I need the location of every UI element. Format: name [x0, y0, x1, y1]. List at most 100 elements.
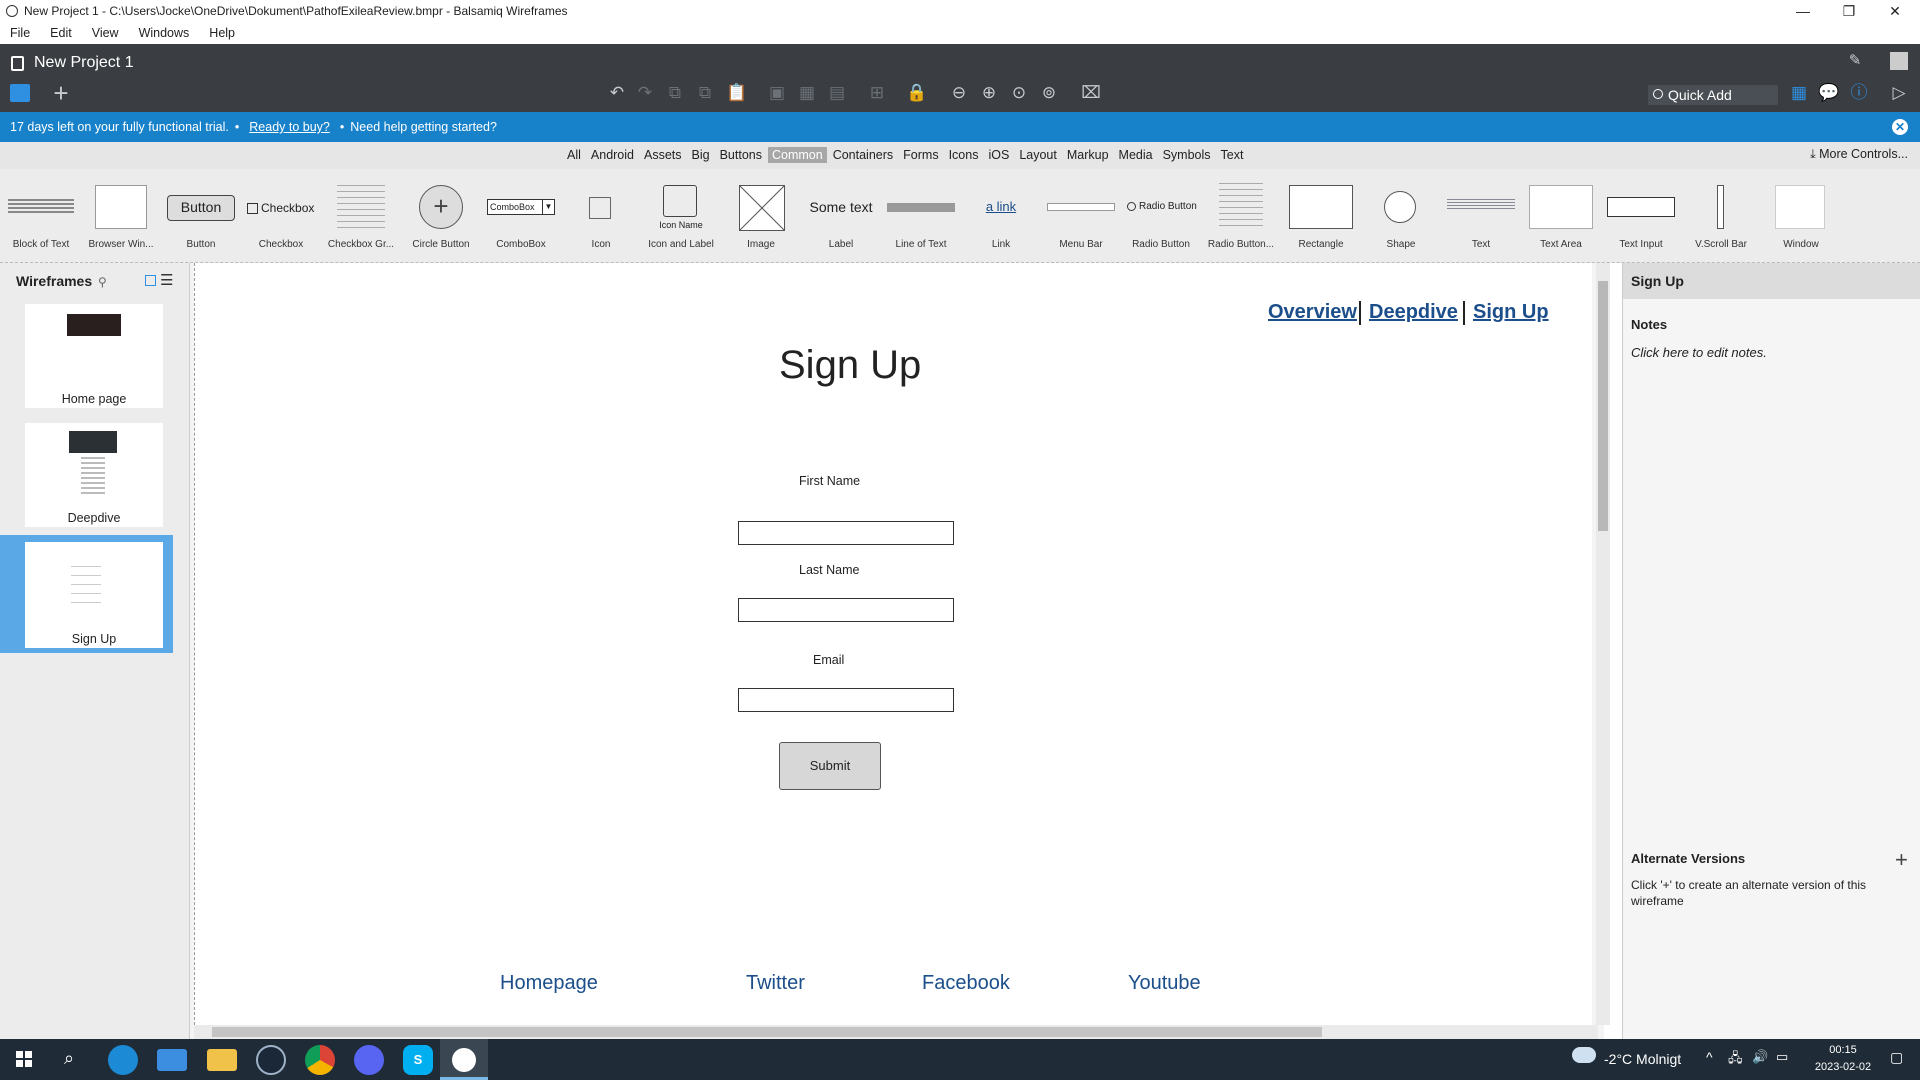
buy-link[interactable]: Ready to buy? [249, 120, 330, 134]
tab-ios[interactable]: iOS [984, 147, 1013, 163]
component-checkbox[interactable]: Checkbox Checkbox [241, 169, 321, 263]
component-text[interactable]: Text [1441, 169, 1521, 263]
edit-pencil-icon[interactable]: ✎ [1844, 50, 1866, 72]
component-browser-window[interactable]: Browser Win... [81, 169, 161, 263]
tab-containers[interactable]: Containers [829, 147, 897, 163]
nav-link-overview[interactable]: Overview [1268, 301, 1357, 324]
menu-edit[interactable]: Edit [40, 26, 82, 40]
component-radio-button-group[interactable]: Radio Button... [1201, 169, 1281, 263]
clock-date[interactable]: 2023-02-02 [1800, 1061, 1886, 1073]
ungroup-icon[interactable]: ▦ [796, 82, 818, 104]
component-window[interactable]: Window [1761, 169, 1841, 263]
first-name-input[interactable] [738, 521, 954, 545]
help-link[interactable]: Need help getting started? [350, 120, 497, 134]
wireframe-item-home-page[interactable]: Home page [25, 304, 163, 408]
discord-icon[interactable] [354, 1045, 384, 1075]
wireframe-artboard[interactable]: Overview Deepdive Sign Up Sign Up First … [194, 263, 1592, 1025]
component-circle-button[interactable]: + Circle Button [401, 169, 481, 263]
component-checkbox-group[interactable]: Checkbox Gr... [321, 169, 401, 263]
clock-time[interactable]: 00:15 [1808, 1044, 1878, 1056]
more-controls-button[interactable]: ⤓ More Controls... [1810, 147, 1908, 162]
close-window-button[interactable]: ✕ [1872, 0, 1918, 22]
restore-button[interactable]: ❐ [1826, 0, 1872, 22]
nav-link-sign-up[interactable]: Sign Up [1473, 301, 1549, 324]
comments-icon[interactable]: 💬 [1818, 82, 1840, 104]
scrollbar-thumb[interactable] [1598, 281, 1608, 531]
zoom-out-icon[interactable]: ⊖ [948, 82, 970, 104]
tab-symbols[interactable]: Symbols [1159, 147, 1215, 163]
align-icon[interactable]: ⊞ [866, 82, 888, 104]
file-explorer-icon[interactable] [207, 1049, 237, 1071]
tray-chevron-icon[interactable]: ^ [1706, 1049, 1713, 1065]
paste-icon[interactable]: 📋 [726, 82, 748, 104]
tab-text[interactable]: Text [1217, 147, 1248, 163]
footer-link-youtube[interactable]: Youtube [1128, 972, 1201, 995]
mail-icon[interactable] [157, 1049, 187, 1071]
steam-icon[interactable] [256, 1045, 286, 1075]
delete-icon[interactable]: ⌧ [1080, 82, 1102, 104]
start-windows-icon[interactable] [16, 1051, 32, 1067]
footer-link-facebook[interactable]: Facebook [922, 972, 1010, 995]
avatar[interactable] [1890, 52, 1908, 70]
component-shape[interactable]: Shape [1361, 169, 1441, 263]
component-link[interactable]: a link Link [961, 169, 1041, 263]
submit-button[interactable]: Submit [779, 742, 881, 790]
add-wireframe-icon[interactable]: + [50, 80, 72, 106]
grid-view-icon[interactable] [10, 84, 30, 102]
zoom-fit-icon[interactable]: ⊚ [1038, 82, 1060, 104]
editor-canvas[interactable]: Overview Deepdive Sign Up Sign Up First … [190, 263, 1610, 1039]
weather-text[interactable]: -2°C Molnigt [1604, 1051, 1681, 1067]
link-map-icon[interactable]: ⚲ [98, 275, 107, 289]
wireframe-item-sign-up[interactable]: Sign Up [25, 542, 163, 648]
nav-link-deepdive[interactable]: Deepdive [1369, 301, 1458, 324]
notifications-icon[interactable]: ▢ [1890, 1049, 1903, 1066]
lock-icon[interactable]: 🔒 [906, 82, 928, 104]
thumbnail-view-icon[interactable] [145, 275, 156, 286]
wireframe-item-deepdive[interactable]: Deepdive [25, 423, 163, 527]
tab-all[interactable]: All [563, 147, 585, 163]
add-alternate-version-button[interactable]: + [1895, 847, 1908, 873]
tab-common[interactable]: Common [767, 147, 827, 163]
network-icon[interactable]: 🖧 [1728, 1049, 1743, 1071]
menu-view[interactable]: View [82, 26, 129, 40]
device-icon[interactable]: ▭ [1776, 1049, 1788, 1065]
tab-assets[interactable]: Assets [640, 147, 686, 163]
tab-buttons[interactable]: Buttons [716, 147, 766, 163]
tab-icons[interactable]: Icons [945, 147, 983, 163]
wireframe-view-icon[interactable]: ▦ [1788, 82, 1810, 104]
component-icon[interactable]: Icon [561, 169, 641, 263]
group-icon[interactable]: ▣ [766, 82, 788, 104]
tab-forms[interactable]: Forms [899, 147, 942, 163]
edge-icon[interactable] [108, 1045, 138, 1075]
quick-add-input[interactable]: Quick Add [1648, 85, 1778, 105]
taskbar-search-icon[interactable]: ⌕ [64, 1048, 74, 1069]
tab-markup[interactable]: Markup [1063, 147, 1113, 163]
component-button[interactable]: Button Button [161, 169, 241, 263]
chrome-icon[interactable] [305, 1045, 335, 1075]
horizontal-scrollbar[interactable] [194, 1025, 1598, 1039]
list-view-icon[interactable]: ☰ [160, 271, 173, 289]
tab-media[interactable]: Media [1115, 147, 1157, 163]
presentation-icon[interactable]: ▷ [1888, 82, 1910, 104]
arrange-icon[interactable]: ▤ [826, 82, 848, 104]
component-rectangle[interactable]: Rectangle [1281, 169, 1361, 263]
undo-icon[interactable]: ↶ [606, 82, 628, 104]
skype-icon[interactable]: S [403, 1045, 433, 1075]
email-input[interactable] [738, 688, 954, 712]
volume-icon[interactable]: 🔊 [1752, 1049, 1768, 1065]
vertical-scrollbar[interactable] [1596, 263, 1610, 1025]
component-text-area[interactable]: Text Area [1521, 169, 1601, 263]
component-menu-bar[interactable]: Menu Bar [1041, 169, 1121, 263]
info-icon[interactable]: ⓘ [1848, 82, 1870, 104]
component-vscroll-bar[interactable]: V.Scroll Bar [1681, 169, 1761, 263]
component-label[interactable]: Some text Label [801, 169, 881, 263]
menu-help[interactable]: Help [199, 26, 245, 40]
footer-link-twitter[interactable]: Twitter [746, 972, 805, 995]
component-radio-button[interactable]: Radio Button Radio Button [1121, 169, 1201, 263]
component-line-of-text[interactable]: Line of Text [881, 169, 961, 263]
notes-field[interactable]: Click here to edit notes. [1631, 345, 1767, 360]
copy-icon[interactable]: ⧉ [664, 82, 686, 104]
last-name-input[interactable] [738, 598, 954, 622]
duplicate-icon[interactable]: ⧉ [694, 82, 716, 104]
minimize-button[interactable]: — [1780, 0, 1826, 22]
